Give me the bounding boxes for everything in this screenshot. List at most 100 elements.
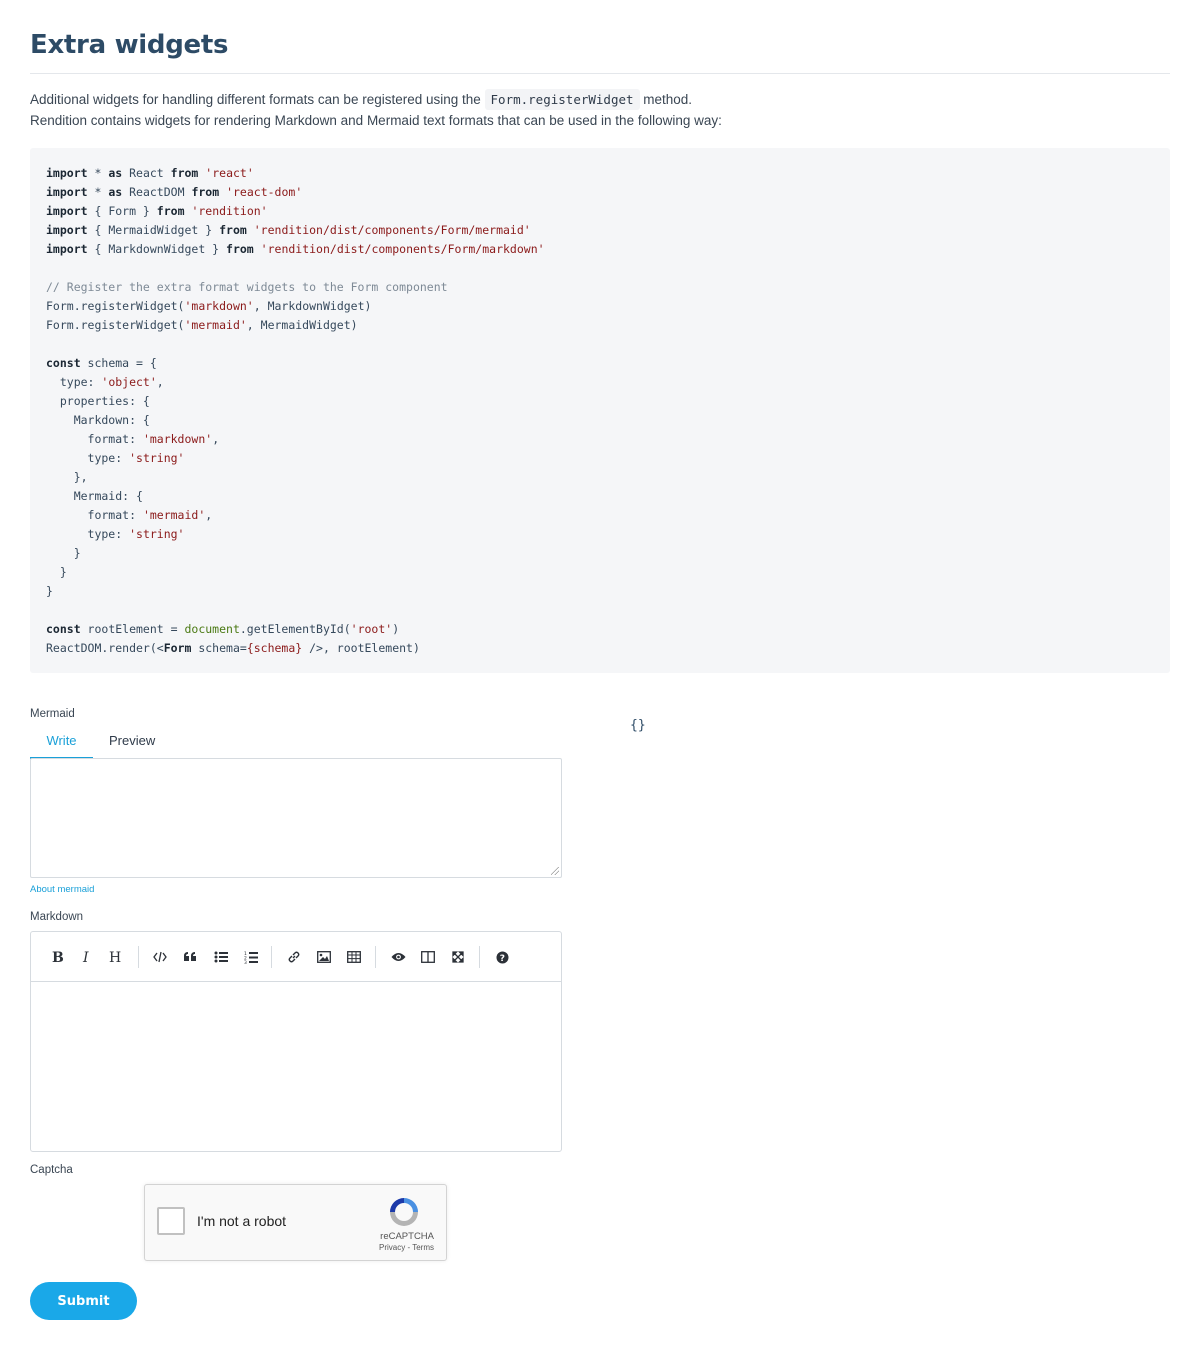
code-token: import <box>46 242 88 256</box>
tab-write[interactable]: Write <box>30 733 93 759</box>
toolbar-separator <box>138 946 139 968</box>
code-line: properties: { <box>46 392 1154 411</box>
help-icon[interactable]: ? <box>490 945 514 969</box>
preview-icon[interactable] <box>386 945 410 969</box>
code-token: 'object' <box>101 375 157 389</box>
code-token: />, rootElement) <box>302 641 420 655</box>
unordered-list-icon[interactable] <box>209 945 233 969</box>
italic-icon[interactable]: I <box>74 945 98 969</box>
code-token: as <box>108 185 123 199</box>
code-line: format: 'markdown', <box>46 430 1154 449</box>
svg-text:B: B <box>52 950 64 964</box>
markdown-editor[interactable]: B I H 123 ? <box>30 931 562 1152</box>
about-mermaid-link[interactable]: About mermaid <box>30 884 94 895</box>
code-token: const <box>46 622 81 636</box>
code-token: 'root' <box>350 622 393 636</box>
inline-code-register-widget: Form.registerWidget <box>484 89 640 110</box>
code-token: 'mermaid' <box>184 318 247 332</box>
code-token: schema= <box>191 641 247 655</box>
heading-icon[interactable]: H <box>104 945 128 969</box>
code-line: const rootElement = document.getElementB… <box>46 620 1154 639</box>
toolbar-separator <box>375 946 376 968</box>
code-token: , <box>212 432 220 446</box>
markdown-toolbar: B I H 123 ? <box>31 932 561 982</box>
code-token: 'mermaid' <box>142 508 206 522</box>
code-token: import <box>46 185 88 199</box>
code-token: Form.registerWidget( <box>46 318 185 332</box>
table-icon[interactable] <box>342 945 366 969</box>
code-token: 'string' <box>129 451 185 465</box>
code-line: import * as React from 'react' <box>46 164 1154 183</box>
code-token: from <box>156 204 185 218</box>
code-token: } <box>46 546 81 560</box>
code-line: type: 'string' <box>46 525 1154 544</box>
code-token: 'markdown' <box>142 432 213 446</box>
toolbar-separator <box>479 946 480 968</box>
code-token: } <box>46 584 53 598</box>
captcha-field-label: Captcha <box>30 1164 73 1176</box>
code-line: // Register the extra format widgets to … <box>46 278 1154 297</box>
image-icon[interactable] <box>312 945 336 969</box>
side-by-side-icon[interactable] <box>416 945 440 969</box>
code-token: Form.registerWidget( <box>46 299 185 313</box>
code-token: , <box>156 375 164 389</box>
svg-text:H: H <box>109 950 121 964</box>
recaptcha-brand: reCAPTCHA <box>380 1231 434 1242</box>
code-token: properties: { <box>46 394 150 408</box>
code-line: import { Form } from 'rendition' <box>46 202 1154 221</box>
code-line: Form.registerWidget('markdown', Markdown… <box>46 297 1154 316</box>
code-line: const schema = { <box>46 354 1154 373</box>
code-token: , MermaidWidget) <box>246 318 358 332</box>
code-token: Markdown: { <box>46 413 150 427</box>
code-token: import <box>46 223 88 237</box>
code-line: import { MermaidWidget } from 'rendition… <box>46 221 1154 240</box>
code-token: Form <box>163 641 192 655</box>
bold-icon[interactable]: B <box>45 945 69 969</box>
code-token: Mermaid: { <box>46 489 143 503</box>
code-line: import { MarkdownWidget } from 'renditio… <box>46 240 1154 259</box>
code-token: // Register the extra format widgets to … <box>46 280 448 294</box>
quote-icon[interactable] <box>178 945 202 969</box>
code-line: Markdown: { <box>46 411 1154 430</box>
code-line: type: 'object', <box>46 373 1154 392</box>
code-token: 'react' <box>205 166 254 180</box>
mermaid-field-label: Mermaid <box>30 708 75 720</box>
link-icon[interactable] <box>282 945 306 969</box>
mermaid-tabs: Write Preview <box>30 729 172 759</box>
submit-button[interactable]: Submit <box>30 1282 137 1320</box>
page-title: Extra widgets <box>30 30 229 60</box>
code-line: }, <box>46 468 1154 487</box>
code-line: Mermaid: { <box>46 487 1154 506</box>
recaptcha-links[interactable]: Privacy - Terms <box>379 1243 434 1252</box>
code-token: 'rendition/dist/components/Form/mermaid' <box>253 223 531 237</box>
code-token: import <box>46 166 88 180</box>
code-line: } <box>46 544 1154 563</box>
code-token: ReactDOM <box>122 185 192 199</box>
code-line: } <box>46 563 1154 582</box>
code-token: format: <box>46 508 143 522</box>
fullscreen-icon[interactable] <box>446 945 470 969</box>
code-line: ReactDOM.render(<Form schema={schema} />… <box>46 639 1154 658</box>
code-line: import * as ReactDOM from 'react-dom' <box>46 183 1154 202</box>
ordered-list-icon[interactable]: 123 <box>239 945 263 969</box>
code-token: ReactDOM.render(< <box>46 641 164 655</box>
toolbar-separator <box>271 946 272 968</box>
code-token: , MarkdownWidget) <box>253 299 372 313</box>
resize-handle[interactable] <box>551 867 559 875</box>
code-token: from <box>170 166 199 180</box>
tab-preview[interactable]: Preview <box>109 733 155 759</box>
code-token: { Form } <box>87 204 157 218</box>
code-icon[interactable] <box>148 945 172 969</box>
code-token: 'rendition' <box>191 204 268 218</box>
mermaid-textarea[interactable] <box>30 758 562 878</box>
form-output-json: {} <box>630 718 646 733</box>
markdown-field-label: Markdown <box>30 911 84 923</box>
code-token: 'markdown' <box>184 299 254 313</box>
code-token: 'rendition/dist/components/Form/markdown… <box>260 242 545 256</box>
code-token: as <box>108 166 123 180</box>
intro-text: Additional widgets for handling differen… <box>30 89 722 131</box>
recaptcha-checkbox[interactable] <box>157 1207 185 1235</box>
